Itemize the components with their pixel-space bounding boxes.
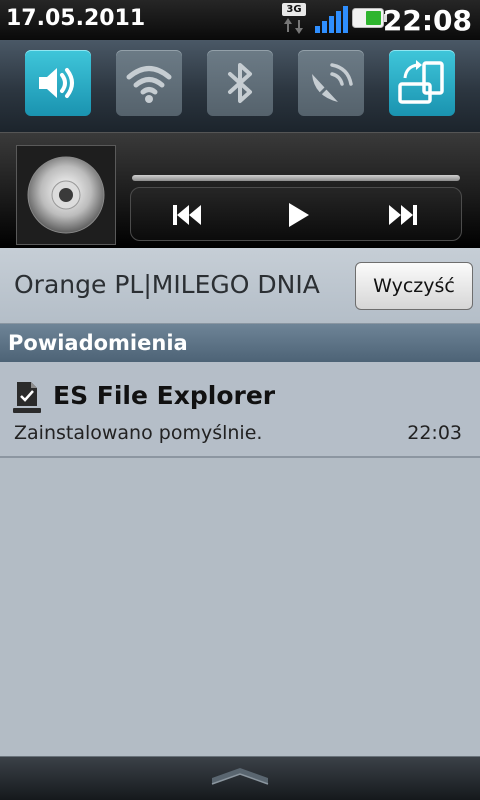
wifi-toggle[interactable] xyxy=(116,50,182,116)
satellite-dish-icon xyxy=(312,63,353,102)
play-icon[interactable] xyxy=(277,197,317,233)
rotate-screen-icon xyxy=(398,60,444,104)
notification-time: 22:03 xyxy=(407,422,462,444)
media-player xyxy=(0,132,480,248)
bluetooth-toggle[interactable] xyxy=(207,50,273,116)
quick-settings-bar xyxy=(0,40,480,132)
playback-controls xyxy=(130,187,462,241)
wifi-icon xyxy=(126,66,172,103)
notifications-header: Powiadomienia xyxy=(0,324,480,362)
next-icon[interactable] xyxy=(383,197,423,233)
notification-title: ES File Explorer xyxy=(53,381,276,410)
album-art[interactable] xyxy=(16,145,116,245)
notification-description: Zainstalowano pomyślnie. xyxy=(14,422,263,444)
status-bar: 17.05.2011 3G 22:08 xyxy=(0,0,480,40)
network-3g-icon: 3G xyxy=(282,3,306,37)
status-time: 22:08 xyxy=(382,4,472,37)
install-complete-icon xyxy=(13,382,41,413)
playback-progress-bar[interactable] xyxy=(132,175,460,181)
cd-disc-icon xyxy=(27,156,105,234)
speaker-icon xyxy=(39,68,74,98)
auto-rotate-toggle[interactable] xyxy=(389,50,455,116)
carrier-label: Orange PL|MILEGO DNIA xyxy=(14,270,320,299)
chevron-up-icon xyxy=(211,768,269,785)
previous-icon[interactable] xyxy=(167,197,207,233)
data-arrows-icon xyxy=(284,18,303,34)
sound-toggle[interactable] xyxy=(25,50,91,116)
gps-toggle[interactable] xyxy=(298,50,364,116)
clear-button[interactable]: Wyczyść xyxy=(355,262,473,310)
bluetooth-icon xyxy=(228,63,252,103)
status-date: 17.05.2011 xyxy=(6,6,146,31)
network-type-label: 3G xyxy=(282,3,306,16)
signal-bars-icon xyxy=(315,6,348,33)
